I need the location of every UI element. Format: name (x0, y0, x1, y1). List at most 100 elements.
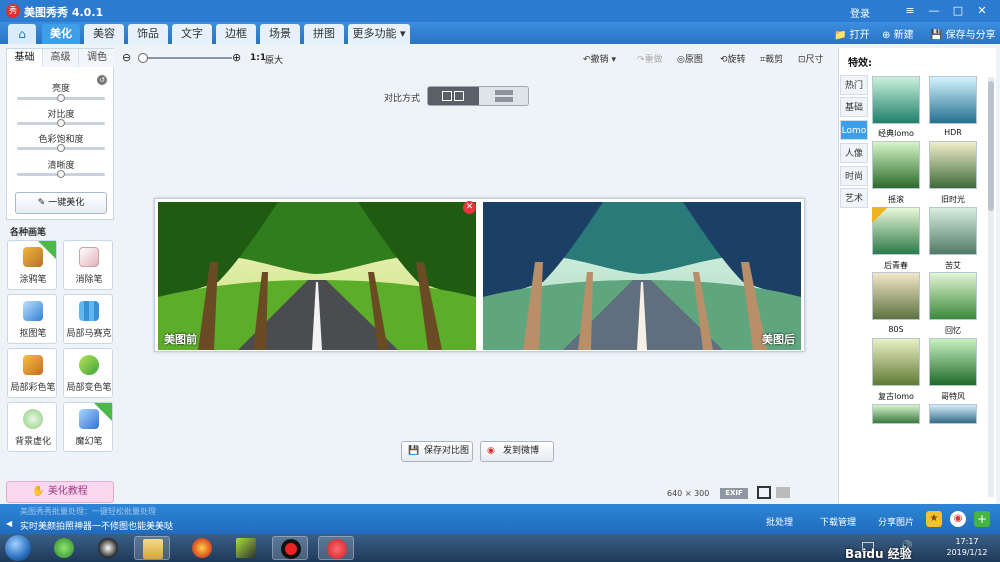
save-icon: 💾 (408, 446, 420, 456)
chevron-down-icon[interactable]: ▾ (611, 55, 616, 65)
compare-side-by-side-option[interactable] (428, 87, 479, 105)
effect-thumb[interactable] (929, 76, 977, 124)
meitu-app-icon (327, 539, 347, 559)
start-button[interactable] (5, 535, 31, 561)
effects-scrollbar[interactable] (988, 77, 994, 497)
tab-wenzi[interactable]: 文字 (172, 24, 212, 44)
share-weibo-button[interactable]: ◉ 发到微博 (480, 441, 554, 462)
effect-thumb[interactable] (872, 76, 920, 124)
effect-thumb[interactable] (872, 141, 920, 189)
zoom-out-icon[interactable]: ⊖ (122, 51, 131, 64)
tab-pintu[interactable]: 拼图 (304, 24, 344, 44)
effect-thumb[interactable] (929, 404, 977, 424)
brush-eraser[interactable]: 消除笔 (63, 240, 113, 290)
redo-button[interactable]: ↷重做 (637, 52, 663, 65)
effect-thumb[interactable] (929, 272, 977, 320)
add-icon[interactable]: + (974, 511, 990, 527)
taskbar-app-meitu[interactable] (318, 536, 354, 560)
original-button[interactable]: ◎原图 (677, 52, 703, 65)
menu-icon[interactable]: ≡ (902, 3, 918, 19)
subtab-basic[interactable]: 基础 (7, 49, 43, 67)
fullscreen-icon[interactable] (776, 487, 790, 498)
subtab-color[interactable]: 调色 (79, 49, 115, 67)
taskbar-app-firefox[interactable] (184, 536, 220, 560)
effect-cat-lomo[interactable]: Lomo (840, 120, 868, 140)
brush-mosaic[interactable]: 局部马赛克 (63, 294, 113, 344)
taskbar-app-explorer[interactable] (134, 536, 170, 560)
undo-button[interactable]: ↶撤销 ▾ (583, 52, 616, 65)
actual-size-ratio[interactable]: 1:1 (250, 53, 266, 63)
batch-link[interactable]: 批处理 (766, 515, 793, 528)
close-compare-icon[interactable]: ✕ (463, 201, 476, 214)
minimize-icon[interactable]: — (926, 3, 942, 19)
zoom-in-icon[interactable]: ⊕ (232, 51, 241, 64)
sharpness-slider[interactable] (17, 170, 105, 178)
sharpness-knob[interactable] (57, 170, 65, 178)
brightness-slider[interactable] (17, 94, 105, 102)
effect-cat-basic[interactable]: 基础 (840, 97, 868, 117)
tab-biankuang[interactable]: 边框 (216, 24, 256, 44)
open-button[interactable]: 📁 打开 (834, 26, 870, 41)
size-button[interactable]: ⊡尺寸 (798, 52, 824, 65)
zoom-knob[interactable] (138, 53, 148, 63)
save-share-button[interactable]: 💾 保存与分享 (930, 26, 996, 41)
saturation-knob[interactable] (57, 144, 65, 152)
taskbar-app-recorder[interactable] (272, 536, 308, 560)
maximize-icon[interactable]: □ (950, 3, 966, 19)
effect-thumb[interactable] (872, 404, 920, 424)
brush-magic[interactable]: 魔幻笔 (63, 402, 113, 452)
taskbar-app-qq[interactable] (90, 536, 126, 560)
taskbar-app-player[interactable] (228, 536, 264, 560)
star-icon[interactable]: ★ (926, 511, 942, 527)
save-compare-button[interactable]: 💾 保存对比图 (401, 441, 473, 462)
home-icon[interactable]: ⌂ (8, 24, 36, 44)
saturation-slider[interactable] (17, 144, 105, 152)
taskbar-app-360[interactable] (46, 536, 82, 560)
scrollbar-thumb[interactable] (988, 81, 994, 211)
tab-meihua[interactable]: 美化 (42, 24, 80, 44)
effect-thumb[interactable] (929, 338, 977, 386)
one-click-beautify-button[interactable]: ✎ 一键美化 (15, 192, 107, 214)
effect-cat-hot[interactable]: 热门 (840, 75, 868, 95)
compare-frame: 美图前 美图后 (154, 198, 805, 352)
tutorial-button[interactable]: ✋ 美化教程 (6, 481, 114, 503)
brush-local-color[interactable]: 局部彩色笔 (7, 348, 57, 398)
brush-blur-bg[interactable]: 背景虚化 (7, 402, 57, 452)
contrast-slider[interactable] (17, 119, 105, 127)
exif-badge[interactable]: EXIF (720, 488, 748, 499)
effect-thumb[interactable] (929, 141, 977, 189)
weibo-icon[interactable]: ◉ (950, 511, 966, 527)
effect-cat-fashion[interactable]: 时尚 (840, 166, 868, 186)
effect-thumb[interactable] (872, 338, 920, 386)
brush-section-title: 各种画笔 (10, 228, 47, 238)
status-tip[interactable]: 实时美颜拍照神器一不修图也能美美哒 (20, 519, 173, 532)
subtab-advanced[interactable]: 高级 (43, 49, 79, 67)
contrast-knob[interactable] (57, 119, 65, 127)
compare-stacked-option[interactable] (479, 87, 528, 105)
tab-meirong[interactable]: 美容 (84, 24, 124, 44)
effect-thumb[interactable] (929, 207, 977, 255)
actual-size-label[interactable]: 原大 (265, 53, 283, 66)
tab-more[interactable]: 更多功能 ▾ (348, 24, 410, 44)
close-icon[interactable]: ✕ (974, 3, 990, 19)
effect-thumb[interactable] (872, 272, 920, 320)
zoom-slider[interactable] (138, 53, 232, 63)
brush-doodle[interactable]: 涂鸦笔 (7, 240, 57, 290)
compare-mode-label: 对比方式 (384, 94, 421, 104)
effect-cat-art[interactable]: 艺术 (840, 188, 868, 208)
fit-window-icon[interactable] (757, 486, 771, 499)
download-manager-link[interactable]: 下载管理 (820, 515, 856, 528)
folder-icon (143, 539, 163, 559)
login-link[interactable]: 登录 (850, 5, 870, 20)
new-button[interactable]: ⊕ 新建 (882, 26, 914, 41)
share-image-link[interactable]: 分享图片 (878, 515, 914, 528)
brush-cutout[interactable]: 抠图笔 (7, 294, 57, 344)
tab-changjing[interactable]: 场景 (260, 24, 300, 44)
speaker-icon[interactable]: ◀ (6, 519, 12, 528)
rotate-button[interactable]: ⟲旋转 (720, 52, 746, 65)
brush-recolor[interactable]: 局部变色笔 (63, 348, 113, 398)
effect-cat-portrait[interactable]: 人像 (840, 143, 868, 163)
tab-shipin[interactable]: 饰品 (128, 24, 168, 44)
crop-button[interactable]: ⌗裁剪 (760, 52, 783, 65)
brightness-knob[interactable] (57, 94, 65, 102)
